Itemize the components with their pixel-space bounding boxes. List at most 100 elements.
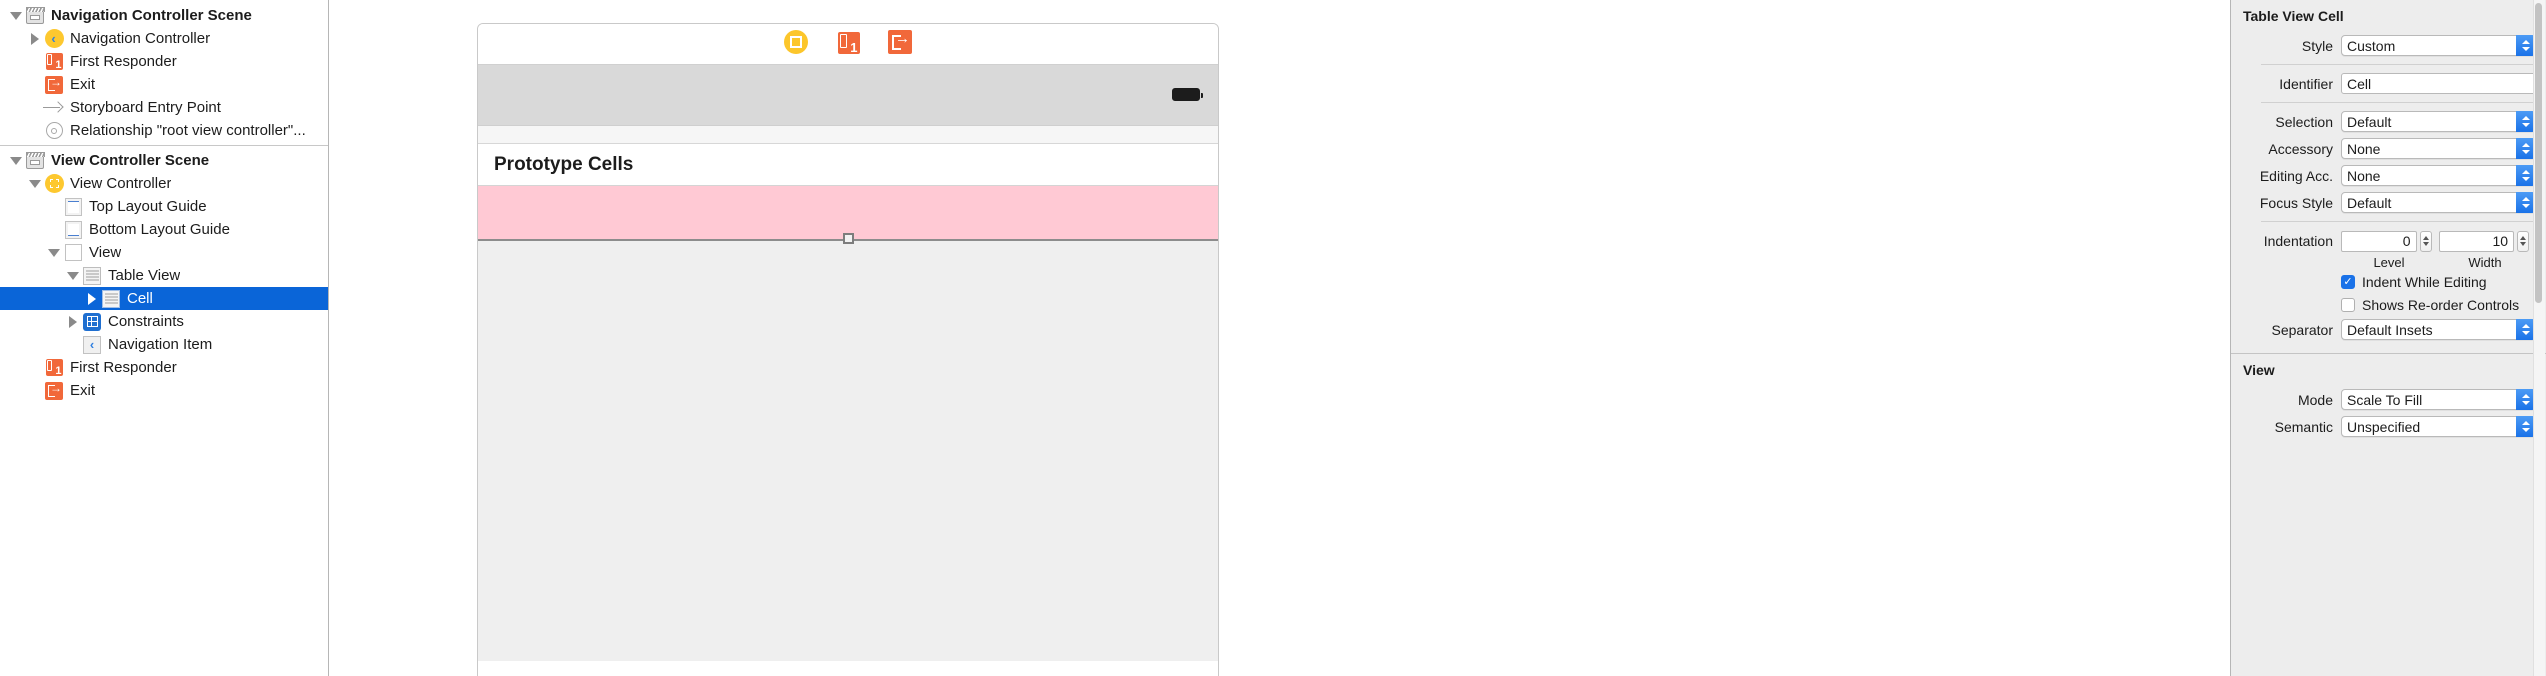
inspector-row-identifier: Identifier Cell (2231, 70, 2546, 97)
outline-row-label: Storyboard Entry Point (70, 99, 221, 116)
disclosure-triangle-icon[interactable] (27, 27, 43, 50)
disclosure-triangle-icon[interactable] (8, 4, 24, 27)
outline-row-label: View Controller Scene (51, 152, 210, 169)
navigation-item-icon: ‹ (81, 333, 103, 356)
popup-button-separator[interactable]: Default Insets (2341, 319, 2536, 340)
outline-row-label: Top Layout Guide (89, 198, 207, 215)
outline-row-cell[interactable]: Cell (0, 287, 328, 310)
popup-button-style[interactable]: Custom (2341, 35, 2536, 56)
outline-row-label: Navigation Item (108, 336, 213, 353)
popup-button-focus-style[interactable]: Default (2341, 192, 2536, 213)
popup-value-accessory: None (2347, 140, 2381, 157)
popup-button-editing-acc[interactable]: None (2341, 165, 2536, 186)
popup-value-mode: Scale To Fill (2347, 391, 2423, 408)
outline-row-relationship-root-view-controller[interactable]: Relationship "root view controller"... (0, 119, 328, 142)
scene-dock[interactable]: 1 (477, 21, 1219, 63)
popup-button-semantic[interactable]: Unspecified (2341, 416, 2536, 437)
attributes-inspector-panel[interactable]: Table View Cell Style Custom Identifier Cell… (2230, 0, 2546, 676)
outline-row-constraints[interactable]: Constraints (0, 310, 328, 333)
outline-row-exit[interactable]: Exit (0, 379, 328, 402)
inspector-scrollbar[interactable] (2533, 0, 2545, 676)
cell-resize-handle[interactable] (843, 233, 854, 244)
outline-row-view-controller[interactable]: View Controller (0, 172, 328, 195)
outline-row-label: Exit (70, 382, 96, 399)
popup-value-editing-acc: None (2347, 167, 2381, 184)
outline-row-label: View Controller (70, 175, 172, 192)
outline-row-bottom-layout-guide[interactable]: Bottom Layout Guide (0, 218, 328, 241)
inspector-label-separator: Separator (2271, 321, 2333, 338)
outline-row-view-controller-scene[interactable]: View Controller Scene (0, 149, 328, 172)
storyboard-canvas[interactable]: Prototype Cells 1 (329, 0, 2230, 676)
outline-row-navigation-item[interactable]: ‹ Navigation Item (0, 333, 328, 356)
outline-row-label: Relationship "root view controller"... (70, 122, 306, 139)
text-field-identifier[interactable]: Cell (2341, 73, 2536, 94)
popup-value-separator: Default Insets (2347, 321, 2433, 338)
popup-value-selection: Default (2347, 113, 2392, 130)
view-icon (62, 241, 84, 264)
indentation-width-label: Width (2468, 255, 2502, 270)
document-outline-panel: Navigation Controller Scene ‹ Navigation C… (0, 0, 329, 676)
outline-row-table-view[interactable]: Table View (0, 264, 328, 287)
view-controller-icon[interactable] (783, 29, 809, 55)
outline-row-label: Cell (127, 290, 153, 307)
disclosure-triangle-icon[interactable] (65, 264, 81, 287)
prototype-cells-header: Prototype Cells (478, 144, 1218, 186)
outline-row-navigation-controller-scene[interactable]: Navigation Controller Scene (0, 4, 328, 27)
disclosure-triangle-icon[interactable] (27, 172, 43, 195)
popup-button-mode[interactable]: Scale To Fill (2341, 389, 2536, 410)
first-responder-icon: 1 (43, 50, 65, 73)
inspector-row-mode: Mode Scale To Fill (2231, 386, 2546, 413)
disclosure-spacer (46, 218, 62, 241)
inspector-scrollbar-thumb[interactable] (2535, 3, 2542, 303)
indentation-width-field[interactable]: 10 (2438, 230, 2515, 252)
popup-button-selection[interactable]: Default (2341, 111, 2536, 132)
inspector-row-style: Style Custom (2231, 32, 2546, 59)
disclosure-triangle-icon[interactable] (84, 287, 100, 310)
checkbox-shows-re-order-controls[interactable] (2341, 297, 2355, 312)
disclosure-spacer (27, 73, 43, 96)
scene-icon (24, 149, 46, 172)
outline-row-storyboard-entry-point[interactable]: Storyboard Entry Point (0, 96, 328, 119)
exit-icon[interactable] (887, 29, 913, 55)
popup-value-style: Custom (2347, 37, 2396, 54)
indentation-level-stepper[interactable] (2419, 230, 2432, 252)
first-responder-icon[interactable]: 1 (835, 29, 861, 55)
prototype-cell[interactable] (478, 186, 1218, 244)
outline-row-navigation-controller[interactable]: ‹ Navigation Controller (0, 27, 328, 50)
inspector-row-divider (2261, 64, 2534, 65)
inspector-row-semantic: Semantic Unspecified (2231, 413, 2546, 440)
outline-row-first-responder[interactable]: 1 First Responder (0, 50, 328, 73)
indentation-level-field[interactable]: 0 (2341, 230, 2417, 252)
checkbox-label-shows-re-order-controls: Shows Re-order Controls (2362, 296, 2520, 313)
inspector-label-identifier: Identifier (2279, 75, 2333, 92)
inspector-row-focus-style: Focus Style Default (2231, 189, 2546, 216)
disclosure-spacer (27, 119, 43, 142)
disclosure-spacer (27, 356, 43, 379)
indentation-width-stepper[interactable] (2517, 230, 2529, 252)
outline-tree[interactable]: Navigation Controller Scene ‹ Navigation C… (0, 0, 328, 402)
inspector-label-indentation: Indentation (2263, 233, 2333, 249)
popup-value-focus-style: Default (2347, 194, 2392, 211)
checkbox-row-indent-while-editing[interactable]: ✓ Indent While Editing (2231, 270, 2546, 293)
disclosure-spacer (27, 96, 43, 119)
outline-row-first-responder[interactable]: 1 First Responder (0, 356, 328, 379)
outline-row-top-layout-guide[interactable]: Top Layout Guide (0, 195, 328, 218)
popup-button-accessory[interactable]: None (2341, 138, 2536, 159)
outline-row-label: First Responder (70, 53, 177, 70)
view-controller-scene-canvas[interactable]: Prototype Cells (477, 23, 1219, 676)
checkbox-row-shows-re-order-controls[interactable]: Shows Re-order Controls (2231, 293, 2546, 316)
indentation-sub-labels: Level Width (2231, 255, 2546, 270)
outline-row-exit[interactable]: Exit (0, 73, 328, 96)
checkbox-indent-while-editing[interactable]: ✓ (2341, 274, 2355, 289)
scene-icon (24, 4, 46, 27)
inspector-row-separator: Separator Default Insets (2231, 316, 2546, 343)
inspector-section-title: Table View Cell (2243, 8, 2344, 24)
disclosure-spacer (46, 195, 62, 218)
disclosure-triangle-icon[interactable] (8, 149, 24, 172)
outline-row-label: First Responder (70, 359, 177, 376)
outline-row-view[interactable]: View (0, 241, 328, 264)
outline-row-label: Navigation Controller Scene (51, 7, 252, 24)
disclosure-triangle-icon[interactable] (46, 241, 62, 264)
inspector-label-focus-style: Focus Style (2259, 194, 2333, 211)
disclosure-triangle-icon[interactable] (65, 310, 81, 333)
